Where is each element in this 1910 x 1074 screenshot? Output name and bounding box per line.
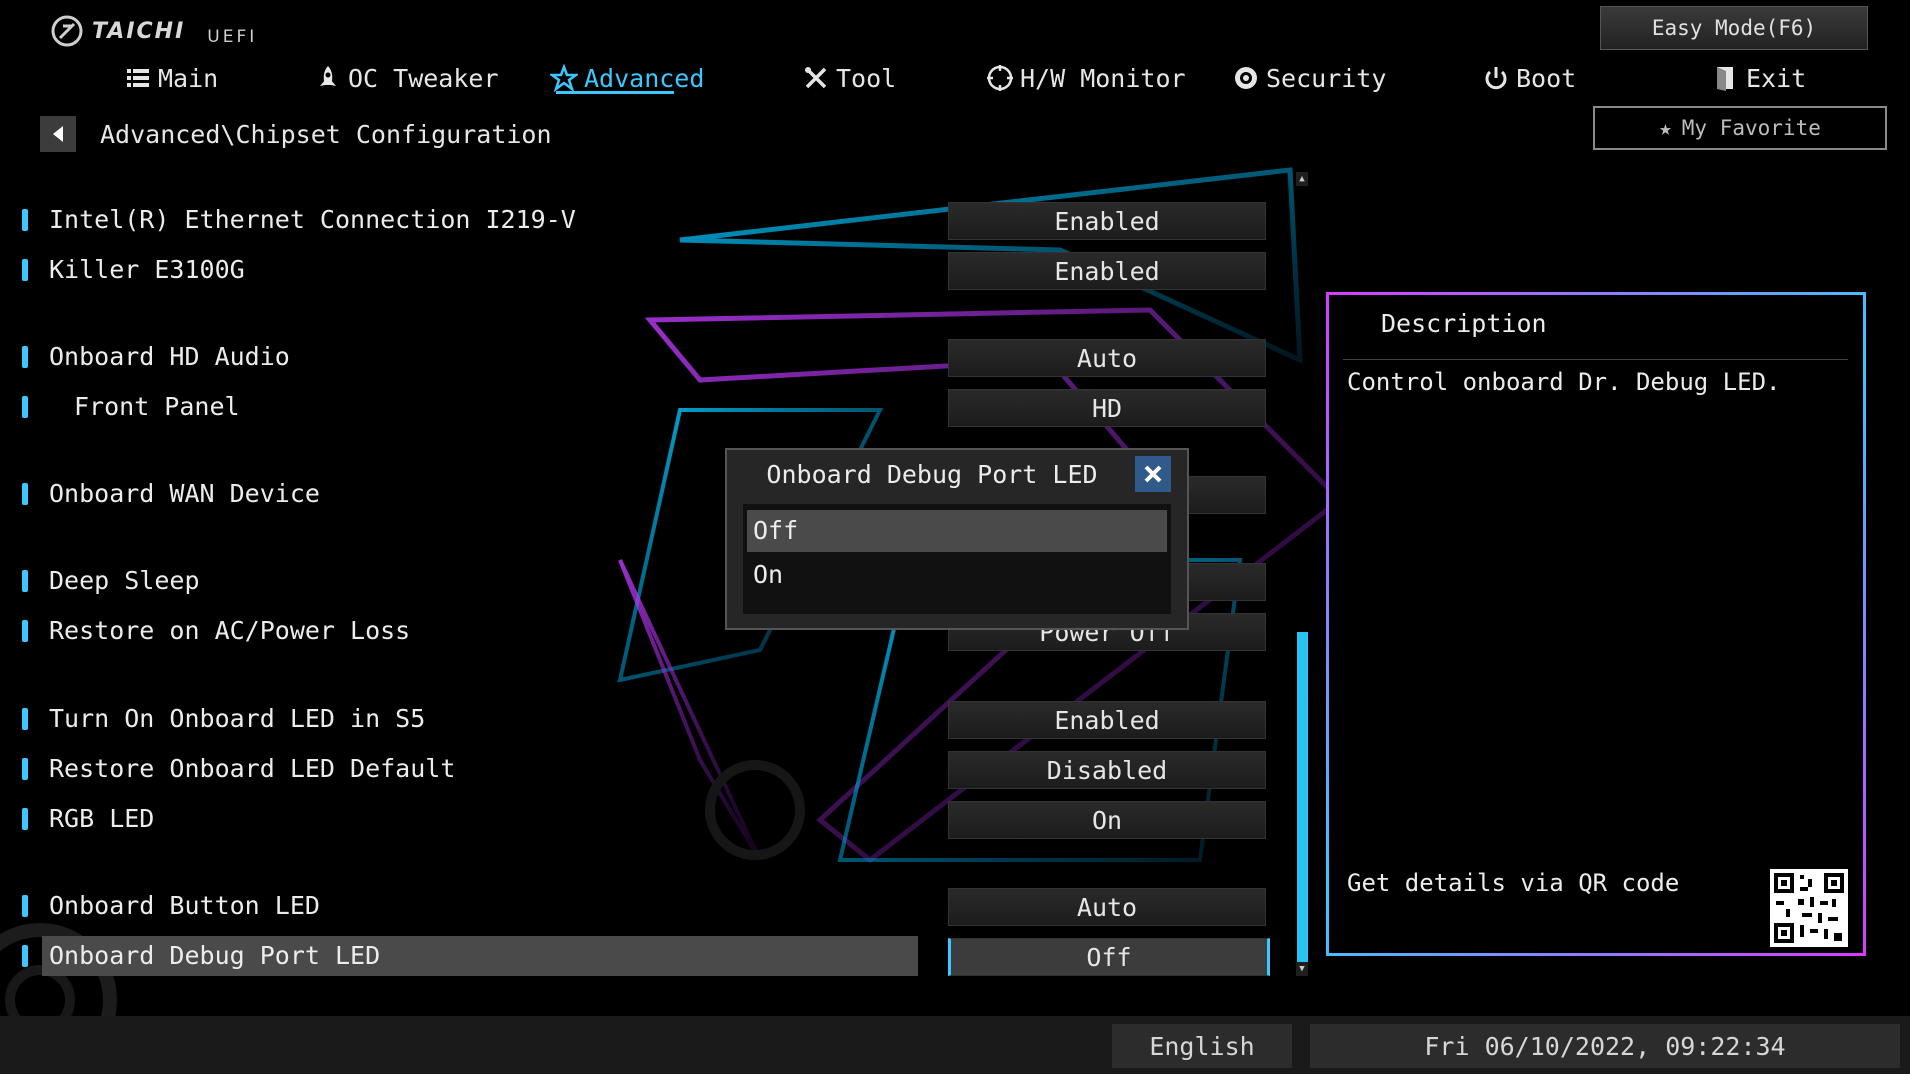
- tab-boot-label: Boot: [1516, 63, 1577, 93]
- setting-label: Front Panel: [74, 392, 240, 421]
- row-bullet: [22, 570, 28, 592]
- row-bullet: [22, 259, 28, 281]
- option-popup: Onboard Debug Port LED Off On: [725, 448, 1189, 630]
- language-button[interactable]: English: [1112, 1024, 1292, 1068]
- scrollbar[interactable]: [1295, 172, 1309, 978]
- tools-icon: [805, 67, 827, 89]
- setting-value[interactable]: Off: [948, 938, 1270, 976]
- datetime-display: Fri 06/10/2022, 09:22:34: [1310, 1024, 1900, 1068]
- brand-subtitle: UEFI: [207, 27, 258, 47]
- row-bullet: [22, 808, 28, 830]
- setting-row[interactable]: Killer E3100G Enabled: [18, 250, 1268, 290]
- popup-close-button[interactable]: [1135, 456, 1171, 492]
- setting-value[interactable]: Auto: [948, 339, 1266, 377]
- arrow-left-icon: [53, 126, 63, 142]
- active-tab-indicator: [556, 91, 674, 94]
- setting-value[interactable]: Enabled: [948, 252, 1266, 290]
- setting-label: Restore Onboard LED Default: [49, 754, 456, 783]
- setting-label: Restore on AC/Power Loss: [49, 616, 411, 645]
- qr-code-icon: [1770, 869, 1848, 947]
- description-panel: Description Control onboard Dr. Debug LE…: [1326, 292, 1866, 956]
- setting-row[interactable]: Restore Onboard LED Default Disabled: [18, 749, 1268, 789]
- tab-exit[interactable]: Exit: [1712, 56, 1806, 100]
- tab-advanced-label: Advanced: [584, 63, 705, 93]
- my-favorite-label: My Favorite: [1681, 116, 1821, 140]
- row-bullet: [22, 483, 28, 505]
- popup-option-list: Off On: [743, 504, 1171, 614]
- setting-row[interactable]: Turn On Onboard LED in S5 Enabled: [18, 699, 1268, 739]
- row-bullet: [22, 209, 28, 231]
- setting-label: Onboard Debug Port LED: [49, 941, 381, 970]
- breadcrumb-path: Advanced\Chipset Configuration: [100, 119, 552, 149]
- popup-option-off[interactable]: Off: [747, 510, 1167, 552]
- setting-value[interactable]: HD: [948, 389, 1266, 427]
- row-bullet: [22, 708, 28, 730]
- setting-label: Onboard WAN Device: [49, 479, 320, 508]
- rocket-icon: [320, 66, 336, 86]
- setting-label: RGB LED: [49, 804, 155, 833]
- taichi-logo-icon: [51, 15, 83, 47]
- tab-hw-monitor-label: H/W Monitor: [1020, 63, 1186, 93]
- setting-value[interactable]: Disabled: [948, 751, 1266, 789]
- description-title: Description: [1381, 309, 1547, 338]
- qr-label: Get details via QR code: [1347, 869, 1680, 897]
- setting-row[interactable]: Onboard HD Audio Auto: [18, 337, 1268, 377]
- close-icon: [1144, 465, 1162, 483]
- tab-main-label: Main: [158, 63, 219, 93]
- tab-boot[interactable]: Boot: [1482, 56, 1576, 100]
- exit-icon: [1717, 67, 1733, 91]
- star-icon: [550, 64, 578, 92]
- brand: TAICHI UEFI: [50, 14, 257, 48]
- setting-row[interactable]: Intel(R) Ethernet Connection I219-V Enab…: [18, 200, 1268, 240]
- tab-tool[interactable]: Tool: [802, 56, 896, 100]
- description-text: Control onboard Dr. Debug LED.: [1347, 368, 1781, 396]
- tab-tool-label: Tool: [836, 63, 897, 93]
- setting-label: Onboard Button LED: [49, 891, 320, 920]
- back-button[interactable]: [40, 116, 76, 152]
- row-bullet: [22, 895, 28, 917]
- breadcrumb: Advanced\Chipset Configuration: [40, 116, 552, 152]
- setting-row-selected[interactable]: Onboard Debug Port LED Off: [18, 936, 1270, 976]
- popup-option-on[interactable]: On: [747, 554, 1167, 596]
- setting-value[interactable]: On: [948, 801, 1266, 839]
- setting-label: Turn On Onboard LED in S5: [49, 704, 426, 733]
- tab-main[interactable]: Main: [124, 56, 218, 100]
- tab-oc-tweaker[interactable]: OC Tweaker: [314, 56, 499, 100]
- popup-title: Onboard Debug Port LED: [766, 460, 1098, 489]
- row-bullet: [22, 346, 28, 368]
- shield-icon: [1235, 67, 1257, 89]
- description-divider: [1343, 359, 1848, 360]
- list-icon: [127, 69, 149, 87]
- setting-value[interactable]: Enabled: [948, 202, 1266, 240]
- power-icon: [1485, 67, 1507, 90]
- row-bullet: [22, 620, 28, 642]
- row-bullet: [22, 396, 28, 418]
- setting-value[interactable]: Enabled: [948, 701, 1266, 739]
- setting-row[interactable]: Onboard Button LED Auto: [18, 886, 1268, 926]
- setting-label: Intel(R) Ethernet Connection I219-V: [49, 205, 576, 234]
- tab-security-label: Security: [1266, 63, 1387, 93]
- brand-name: TAICHI: [92, 18, 186, 44]
- my-favorite-button[interactable]: ★ My Favorite: [1593, 106, 1887, 150]
- setting-label: Killer E3100G: [49, 255, 245, 284]
- row-bullet: [22, 758, 28, 780]
- setting-value[interactable]: Auto: [948, 888, 1266, 926]
- monitor-icon: [987, 65, 1013, 91]
- tab-exit-label: Exit: [1746, 63, 1807, 93]
- tab-oc-tweaker-label: OC Tweaker: [348, 63, 499, 93]
- setting-row[interactable]: RGB LED On: [18, 799, 1268, 839]
- tab-security[interactable]: Security: [1232, 56, 1386, 100]
- setting-label: Onboard HD Audio: [49, 342, 290, 371]
- easy-mode-button[interactable]: Easy Mode(F6): [1600, 6, 1868, 50]
- star-icon: ★: [1659, 116, 1672, 140]
- row-bullet: [22, 945, 28, 967]
- setting-label: Deep Sleep: [49, 566, 200, 595]
- tab-hw-monitor[interactable]: H/W Monitor: [986, 56, 1186, 100]
- setting-row[interactable]: Front Panel HD: [18, 387, 1268, 427]
